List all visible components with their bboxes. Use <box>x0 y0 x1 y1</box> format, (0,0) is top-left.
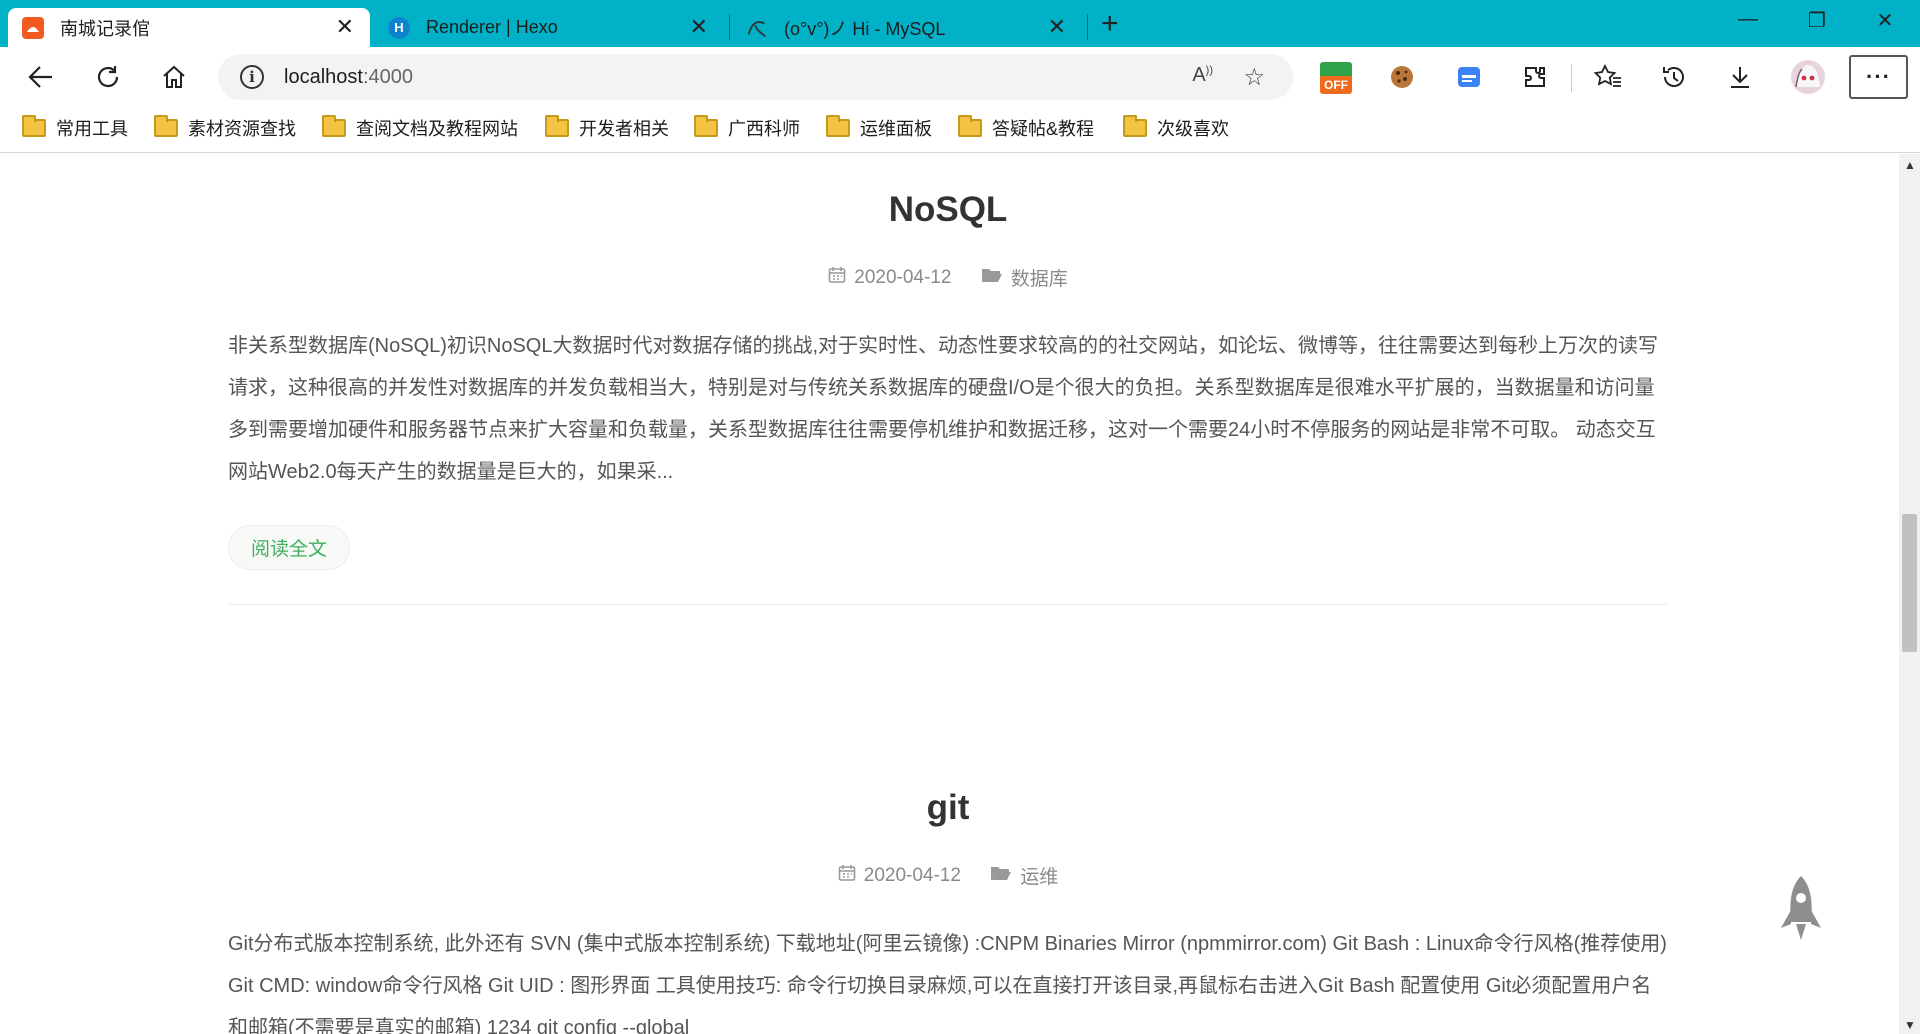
downloads-icon[interactable] <box>1719 56 1761 98</box>
post-category-text: 运维 <box>1020 867 1059 888</box>
add-favorite-icon[interactable]: ☆ <box>1243 63 1265 92</box>
tab-separator <box>1087 14 1088 40</box>
post-git: git 2020-04-12 运维 Git分布式版本控制系统, 此外还有 SVN… <box>228 788 1668 1034</box>
address-url[interactable]: localhost:4000 <box>284 66 413 89</box>
page-viewport: NoSQL 2020-04-12 数据库 非关系型数据库(NoSQL)初识NoS… <box>0 154 1899 1034</box>
post-meta: 2020-04-12 运维 <box>228 862 1668 889</box>
url-port: :4000 <box>362 65 413 88</box>
folder-open-icon <box>981 266 1003 290</box>
folder-icon <box>1123 115 1147 137</box>
site-info-icon[interactable]: i <box>240 65 264 89</box>
reload-button[interactable] <box>87 56 129 98</box>
tab-title: 南城记录倌 <box>60 18 150 39</box>
bookmark-folder[interactable]: 答疑帖&教程 <box>958 115 1094 141</box>
post-title[interactable]: git <box>228 788 1668 828</box>
folder-icon <box>826 115 850 137</box>
scrollbar-thumb[interactable] <box>1902 514 1917 652</box>
read-aloud-icon[interactable]: A)) <box>1192 64 1213 87</box>
folder-icon <box>545 115 569 137</box>
post-date-text: 2020-04-12 <box>854 266 952 288</box>
folder-icon <box>322 115 346 137</box>
post-meta: 2020-04-12 数据库 <box>228 264 1668 291</box>
bookmark-label: 次级喜欢 <box>1157 119 1229 139</box>
post-nosql: NoSQL 2020-04-12 数据库 非关系型数据库(NoSQL)初识NoS… <box>228 190 1668 605</box>
post-category[interactable]: 数据库 <box>981 264 1068 291</box>
bookmark-folder[interactable]: 开发者相关 <box>545 115 669 141</box>
tab-title: (o°v°)ノ Hi - MySQL <box>784 18 946 39</box>
extensions-icon[interactable] <box>1514 56 1556 98</box>
post-date: 2020-04-12 <box>828 266 951 290</box>
calendar-icon <box>838 864 856 888</box>
extension-off-icon[interactable]: OFF <box>1320 62 1352 94</box>
url-host: localhost <box>284 65 363 88</box>
mysql-favicon-icon <box>746 17 768 39</box>
restore-icon[interactable]: ❐ <box>1802 8 1832 33</box>
bookmark-folder[interactable]: 广西科师 <box>694 115 800 141</box>
bookmark-label: 常用工具 <box>56 119 128 139</box>
settings-more-button[interactable]: ··· <box>1849 55 1908 99</box>
post-category[interactable]: 运维 <box>990 862 1058 889</box>
folder-icon <box>22 115 46 137</box>
address-bar[interactable]: i localhost:4000 A)) ☆ <box>218 54 1293 100</box>
favorites-icon[interactable] <box>1587 56 1629 98</box>
window-extension-icon[interactable] <box>1448 56 1490 98</box>
read-more-button[interactable]: 阅读全文 <box>228 525 351 570</box>
tab-strip: 南城记录倌 ✕ H Renderer | Hexo ✕ (o°v°)ノ Hi -… <box>0 0 1920 47</box>
post-date: 2020-04-12 <box>838 864 961 888</box>
history-icon[interactable] <box>1653 56 1695 98</box>
toolbar-separator <box>1571 64 1572 92</box>
calendar-icon <box>828 266 846 290</box>
bookmark-label: 答疑帖&教程 <box>992 119 1095 139</box>
browser-toolbar: i localhost:4000 A)) ☆ <box>0 47 1920 107</box>
news-favicon-icon <box>22 16 44 39</box>
hexo-favicon-icon: H <box>388 16 410 39</box>
scroll-down-icon[interactable]: ▼ <box>1904 1018 1916 1032</box>
new-tab-button[interactable]: + <box>1101 9 1119 39</box>
bookmark-label: 运维面板 <box>860 119 932 139</box>
folder-icon <box>958 115 982 137</box>
profile-avatar[interactable] <box>1787 56 1829 98</box>
bookmark-label: 广西科师 <box>728 119 800 139</box>
tab-hexo[interactable]: H Renderer | Hexo ✕ <box>374 8 724 47</box>
tab-title: Renderer | Hexo <box>426 17 558 37</box>
home-icon <box>163 65 185 88</box>
tab-blog[interactable]: 南城记录倌 ✕ <box>8 8 370 47</box>
bookmark-folder[interactable]: 运维面板 <box>826 115 932 141</box>
bookmark-folder[interactable]: 次级喜欢 <box>1123 115 1229 141</box>
folder-icon <box>694 115 718 137</box>
reload-icon <box>97 66 119 88</box>
window-close-icon[interactable]: ✕ <box>1870 8 1900 33</box>
tab-separator <box>729 14 730 40</box>
post-divider <box>228 604 1668 605</box>
post-category-text: 数据库 <box>1010 269 1068 290</box>
post-date-text: 2020-04-12 <box>863 864 961 886</box>
bookmark-label: 素材资源查找 <box>188 119 296 139</box>
off-badge: OFF <box>1320 76 1352 94</box>
close-tab-icon[interactable]: ✕ <box>690 16 708 38</box>
tab-mysql[interactable]: (o°v°)ノ Hi - MySQL ✕ <box>732 8 1082 47</box>
close-tab-icon[interactable]: ✕ <box>1048 16 1066 38</box>
bookmark-folder[interactable]: 查阅文档及教程网站 <box>322 115 518 141</box>
bookmark-folder[interactable]: 素材资源查找 <box>154 115 296 141</box>
post-title[interactable]: NoSQL <box>228 190 1668 230</box>
home-button[interactable] <box>153 56 195 98</box>
bookmark-folder[interactable]: 常用工具 <box>22 115 128 141</box>
folder-open-icon <box>990 864 1012 888</box>
back-to-top-rocket-icon[interactable] <box>1779 874 1823 946</box>
post-excerpt: Git分布式版本控制系统, 此外还有 SVN (集中式版本控制系统) 下载地址(… <box>228 933 1667 1034</box>
scroll-up-icon[interactable]: ▲ <box>1904 158 1916 172</box>
cookie-extension-icon[interactable] <box>1381 56 1423 98</box>
bookmark-label: 开发者相关 <box>579 119 669 139</box>
folder-icon <box>154 115 178 137</box>
page-scrollbar[interactable]: ▲ ▼ <box>1899 154 1920 1034</box>
bookmark-label: 查阅文档及教程网站 <box>356 119 518 139</box>
close-tab-icon[interactable]: ✕ <box>336 16 354 38</box>
minimize-icon[interactable]: — <box>1733 8 1763 31</box>
bookmarks-bar: 常用工具 素材资源查找 查阅文档及教程网站 开发者相关 广西科师 运维面板 答疑… <box>0 107 1920 153</box>
back-arrow-icon <box>28 66 52 88</box>
post-excerpt: 非关系型数据库(NoSQL)初识NoSQL大数据时代对数据存储的挑战,对于实时性… <box>228 335 1659 483</box>
back-button[interactable] <box>20 56 62 98</box>
